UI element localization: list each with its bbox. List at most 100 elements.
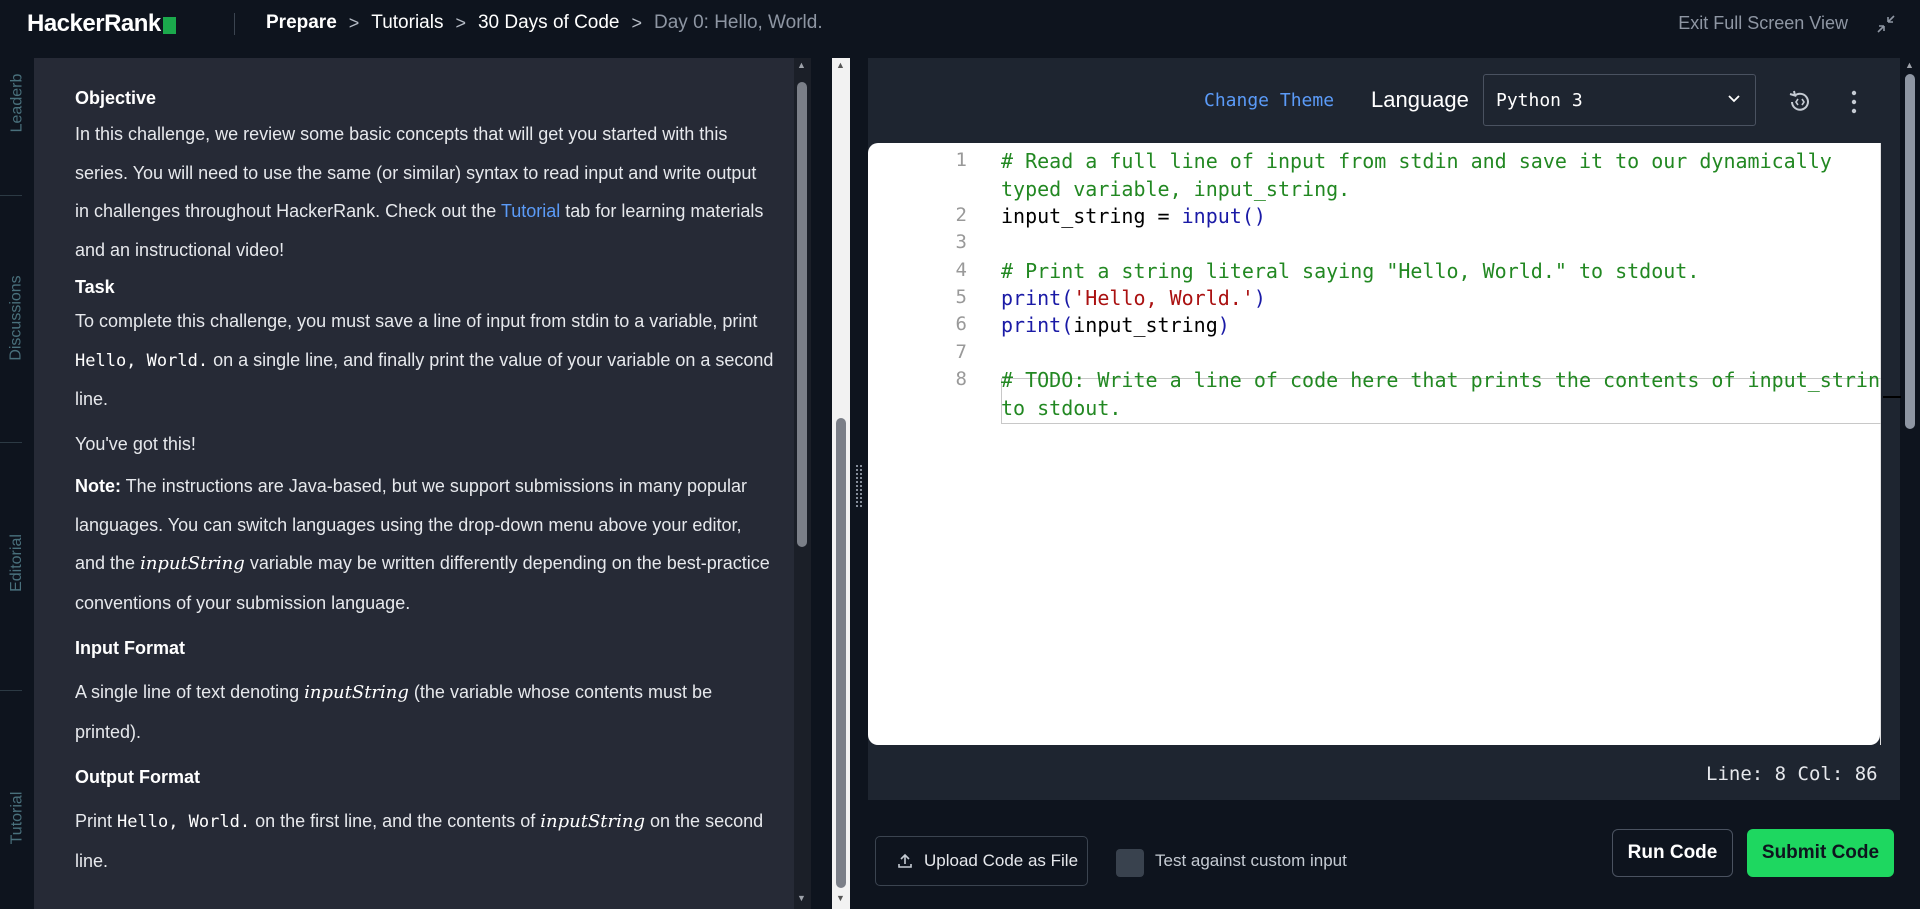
code-token: input_string = xyxy=(1001,204,1182,228)
text: Print xyxy=(75,811,118,831)
tab-tutorial[interactable]: Tutorial xyxy=(0,748,34,888)
line-number: 6 xyxy=(955,313,967,335)
output-format-heading: Output Format xyxy=(75,767,200,787)
line-number: 7 xyxy=(955,341,967,363)
tab-discussions[interactable]: Discussions xyxy=(0,248,34,388)
tab-editorial[interactable]: Editorial xyxy=(0,498,34,628)
breadcrumb-current: Day 0: Hello, World. xyxy=(654,12,823,33)
tab-label: Editorial xyxy=(8,534,25,592)
pane-splitter xyxy=(811,58,831,909)
math-variable: inputString xyxy=(304,682,409,703)
scroll-up-arrow-icon[interactable]: ▲ xyxy=(1905,60,1914,70)
text-cursor xyxy=(1883,396,1901,398)
cursor-position-status: Line: 8 Col: 86 xyxy=(1706,763,1878,785)
task-heading: Task xyxy=(75,277,115,297)
line-number: 3 xyxy=(955,231,967,253)
input-format-paragraph: A single line of text denoting inputStri… xyxy=(75,673,775,751)
input-format-heading: Input Format xyxy=(75,638,185,658)
scroll-up-arrow-icon[interactable]: ▲ xyxy=(836,60,845,70)
divider xyxy=(234,13,235,35)
code-line-6: print(input_string) xyxy=(1001,312,1230,339)
text: A single line of text denoting xyxy=(75,682,305,702)
breadcrumb-30-days-of-code[interactable]: 30 Days of Code xyxy=(478,12,620,34)
logo-square-icon xyxy=(162,16,176,34)
tab-label: Discussions xyxy=(8,275,26,361)
code-line-8b: to stdout. xyxy=(1001,396,1122,420)
code-line-8a: # TODO: Write a line of code here that p… xyxy=(1001,368,1879,392)
code-line-1a: # Read a full line of input from stdin a… xyxy=(1001,149,1832,173)
submit-code-button[interactable]: Submit Code xyxy=(1747,829,1894,877)
code-line-4: # Print a string literal saying "Hello, … xyxy=(1001,259,1700,283)
editor-margin-line xyxy=(1880,143,1881,745)
chevron-down-icon xyxy=(1728,95,1740,103)
line-number: 8 xyxy=(955,368,967,390)
upload-label: Upload Code as File xyxy=(924,851,1079,870)
middle-scrollbar-thumb[interactable] xyxy=(836,418,846,888)
code-token: ) xyxy=(1217,313,1230,337)
encouragement-text: You've got this! xyxy=(75,433,196,454)
scroll-up-arrow-icon[interactable]: ▲ xyxy=(797,60,806,70)
logo-text: HackerRank xyxy=(27,10,161,37)
code-line-5: print('Hello, World.') xyxy=(1001,285,1266,312)
language-select[interactable]: Python 3 xyxy=(1483,74,1756,126)
scroll-down-arrow-icon[interactable]: ▼ xyxy=(836,893,845,903)
inline-code: Hello, World. xyxy=(75,350,209,371)
editor-scrollbar-thumb[interactable] xyxy=(1905,74,1915,429)
breadcrumb-tutorials[interactable]: Tutorials xyxy=(371,12,443,34)
code-token: input_string xyxy=(1073,313,1218,337)
history-reset-icon[interactable] xyxy=(1787,89,1813,115)
text: To complete this challenge, you must sav… xyxy=(75,311,758,331)
code-token: print xyxy=(1001,286,1062,310)
tab-label: Leaderb xyxy=(8,73,25,133)
code-token: print xyxy=(1001,313,1062,337)
tab-label: Tutorial xyxy=(8,791,26,845)
custom-input-label[interactable]: Test against custom input xyxy=(1155,851,1347,871)
rail-divider xyxy=(0,690,22,691)
problem-scrollbar-thumb[interactable] xyxy=(797,82,807,547)
note-label: Note: xyxy=(75,476,121,496)
breadcrumb: Prepare > Tutorials > 30 Days of Code > … xyxy=(266,12,823,34)
language-label: Language xyxy=(1371,87,1469,112)
upload-code-button[interactable]: Upload Code as File xyxy=(875,836,1088,886)
run-code-button[interactable]: Run Code xyxy=(1612,829,1733,877)
custom-input-checkbox[interactable] xyxy=(1116,849,1144,877)
text: on the first line, and the contents of xyxy=(250,811,541,831)
problem-statement-panel: Objective In this challenge, we review s… xyxy=(34,58,794,909)
line-number: 2 xyxy=(955,204,967,226)
language-value: Python 3 xyxy=(1496,89,1583,111)
exit-fullscreen-link[interactable]: Exit Full Screen View xyxy=(1678,13,1848,34)
collapse-fullscreen-icon[interactable] xyxy=(1876,14,1896,34)
code-token: input xyxy=(1181,204,1242,228)
objective-paragraph: In this challenge, we review some basic … xyxy=(75,115,775,269)
chevron-right-icon: > xyxy=(348,12,360,33)
side-tab-rail: Leaderb Discussions Editorial Tutorial xyxy=(0,48,34,909)
line-number: 1 xyxy=(955,149,967,171)
code-editor[interactable] xyxy=(868,143,1880,745)
inline-code: Hello, World. xyxy=(117,812,251,832)
hackerrank-logo[interactable]: HackerRank xyxy=(27,10,176,38)
math-variable: inputString xyxy=(140,553,245,574)
rail-divider xyxy=(0,195,22,196)
change-theme-button[interactable]: Change Theme xyxy=(1204,90,1334,111)
code-line-2: input_string = input() xyxy=(1001,203,1266,230)
objective-heading: Objective xyxy=(75,88,157,108)
tab-leaderboard[interactable]: Leaderb xyxy=(0,48,34,158)
line-number: 5 xyxy=(955,286,967,308)
code-token: ( xyxy=(1061,286,1074,310)
code-token: ) xyxy=(1253,286,1266,310)
more-options-icon[interactable] xyxy=(1851,90,1857,114)
rail-divider xyxy=(0,442,22,443)
upload-icon xyxy=(898,853,912,868)
code-token: () xyxy=(1241,204,1266,228)
note-paragraph: Note: The instructions are Java-based, b… xyxy=(75,467,775,622)
resize-grip-icon[interactable] xyxy=(855,464,863,508)
output-format-paragraph: Print Hello, World. on the first line, a… xyxy=(75,802,775,880)
task-paragraph: To complete this challenge, you must sav… xyxy=(75,302,775,419)
code-token: ( xyxy=(1061,313,1074,337)
tutorial-link[interactable]: Tutorial xyxy=(501,201,560,221)
line-number: 4 xyxy=(955,259,967,281)
code-line-1b: typed variable, input_string. xyxy=(1001,177,1351,201)
chevron-right-icon: > xyxy=(455,12,466,33)
scroll-down-arrow-icon[interactable]: ▼ xyxy=(797,893,806,903)
breadcrumb-prepare[interactable]: Prepare xyxy=(266,12,337,34)
